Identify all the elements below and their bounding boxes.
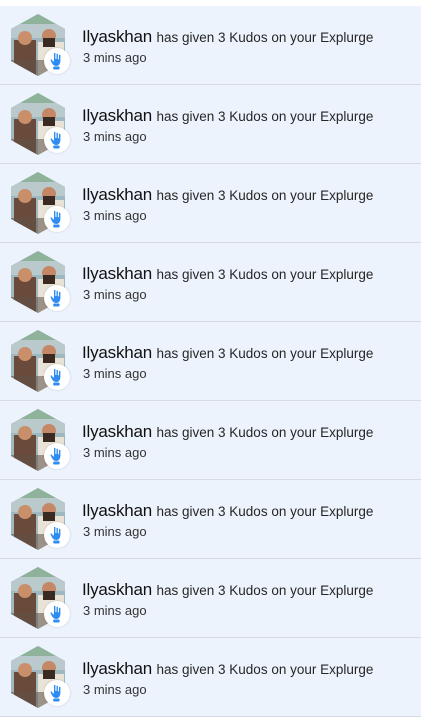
username-link[interactable]: Ilyaskhan [82, 580, 152, 599]
notification-action-text: has given 3 Kudos on your Explurge [156, 109, 374, 124]
notification-action-text: has given 3 Kudos on your Explurge [156, 188, 374, 203]
notification-action-text: has given 3 Kudos on your Explurge [156, 425, 374, 440]
notification-text: Ilyaskhan has given 3 Kudos on your Expl… [82, 264, 417, 304]
notification-text: Ilyaskhan has given 3 Kudos on your Expl… [82, 106, 417, 146]
notification-headline: Ilyaskhan has given 3 Kudos on your Expl… [82, 580, 417, 601]
username-link[interactable]: Ilyaskhan [82, 659, 152, 678]
notification-text: Ilyaskhan has given 3 Kudos on your Expl… [82, 422, 417, 462]
username-link[interactable]: Ilyaskhan [82, 185, 152, 204]
notification-action-text: has given 3 Kudos on your Explurge [156, 267, 374, 282]
kudos-hand-icon [50, 289, 61, 307]
notification-item[interactable]: Ilyaskhan has given 3 Kudos on your Expl… [0, 85, 421, 164]
notification-timestamp: 3 mins ago [83, 524, 147, 539]
notification-text: Ilyaskhan has given 3 Kudos on your Expl… [82, 343, 417, 383]
notification-headline: Ilyaskhan has given 3 Kudos on your Expl… [82, 27, 417, 48]
kudos-hand-icon [50, 131, 61, 149]
kudos-hand-icon [50, 605, 61, 623]
notification-text: Ilyaskhan has given 3 Kudos on your Expl… [82, 27, 417, 67]
notification-text: Ilyaskhan has given 3 Kudos on your Expl… [82, 185, 417, 225]
notification-timestamp: 3 mins ago [83, 208, 147, 223]
notification-item[interactable]: Ilyaskhan has given 3 Kudos on your Expl… [0, 6, 421, 85]
username-link[interactable]: Ilyaskhan [82, 422, 152, 441]
kudos-badge [44, 206, 70, 232]
notification-action-text: has given 3 Kudos on your Explurge [156, 504, 374, 519]
notification-timestamp: 3 mins ago [83, 366, 147, 381]
notification-item[interactable]: Ilyaskhan has given 3 Kudos on your Expl… [0, 638, 421, 717]
notification-timestamp: 3 mins ago [83, 682, 147, 697]
notification-item[interactable]: Ilyaskhan has given 3 Kudos on your Expl… [0, 243, 421, 322]
username-link[interactable]: Ilyaskhan [82, 27, 152, 46]
notification-headline: Ilyaskhan has given 3 Kudos on your Expl… [82, 501, 417, 522]
kudos-badge [44, 364, 70, 390]
notification-headline: Ilyaskhan has given 3 Kudos on your Expl… [82, 659, 417, 680]
notification-timestamp: 3 mins ago [83, 603, 147, 618]
notification-text: Ilyaskhan has given 3 Kudos on your Expl… [82, 501, 417, 541]
kudos-badge [44, 443, 70, 469]
notification-timestamp: 3 mins ago [83, 129, 147, 144]
notification-headline: Ilyaskhan has given 3 Kudos on your Expl… [82, 185, 417, 206]
kudos-hand-icon [50, 368, 61, 386]
kudos-badge [44, 522, 70, 548]
notification-timestamp: 3 mins ago [83, 287, 147, 302]
notification-text: Ilyaskhan has given 3 Kudos on your Expl… [82, 580, 417, 620]
username-link[interactable]: Ilyaskhan [82, 501, 152, 520]
notification-item[interactable]: Ilyaskhan has given 3 Kudos on your Expl… [0, 401, 421, 480]
notification-action-text: has given 3 Kudos on your Explurge [156, 583, 374, 598]
notification-headline: Ilyaskhan has given 3 Kudos on your Expl… [82, 343, 417, 364]
notification-headline: Ilyaskhan has given 3 Kudos on your Expl… [82, 106, 417, 127]
notification-feed: Ilyaskhan has given 3 Kudos on your Expl… [0, 0, 421, 720]
username-link[interactable]: Ilyaskhan [82, 343, 152, 362]
kudos-badge [44, 127, 70, 153]
notification-timestamp: 3 mins ago [83, 50, 147, 65]
notification-item[interactable]: Ilyaskhan has given 3 Kudos on your Expl… [0, 559, 421, 638]
kudos-badge [44, 48, 70, 74]
kudos-hand-icon [50, 447, 61, 465]
kudos-badge [44, 601, 70, 627]
notification-action-text: has given 3 Kudos on your Explurge [156, 662, 374, 677]
notification-item[interactable]: Ilyaskhan has given 3 Kudos on your Expl… [0, 480, 421, 559]
notification-item[interactable]: Ilyaskhan has given 3 Kudos on your Expl… [0, 164, 421, 243]
notification-action-text: has given 3 Kudos on your Explurge [156, 346, 374, 361]
notification-headline: Ilyaskhan has given 3 Kudos on your Expl… [82, 422, 417, 443]
notification-item[interactable]: Ilyaskhan has given 3 Kudos on your Expl… [0, 322, 421, 401]
notification-timestamp: 3 mins ago [83, 445, 147, 460]
kudos-badge [44, 680, 70, 706]
kudos-hand-icon [50, 526, 61, 544]
notification-text: Ilyaskhan has given 3 Kudos on your Expl… [82, 659, 417, 699]
notification-action-text: has given 3 Kudos on your Explurge [156, 30, 374, 45]
notification-headline: Ilyaskhan has given 3 Kudos on your Expl… [82, 264, 417, 285]
kudos-badge [44, 285, 70, 311]
kudos-hand-icon [50, 52, 61, 70]
kudos-hand-icon [50, 210, 61, 228]
username-link[interactable]: Ilyaskhan [82, 264, 152, 283]
kudos-hand-icon [50, 684, 61, 702]
username-link[interactable]: Ilyaskhan [82, 106, 152, 125]
